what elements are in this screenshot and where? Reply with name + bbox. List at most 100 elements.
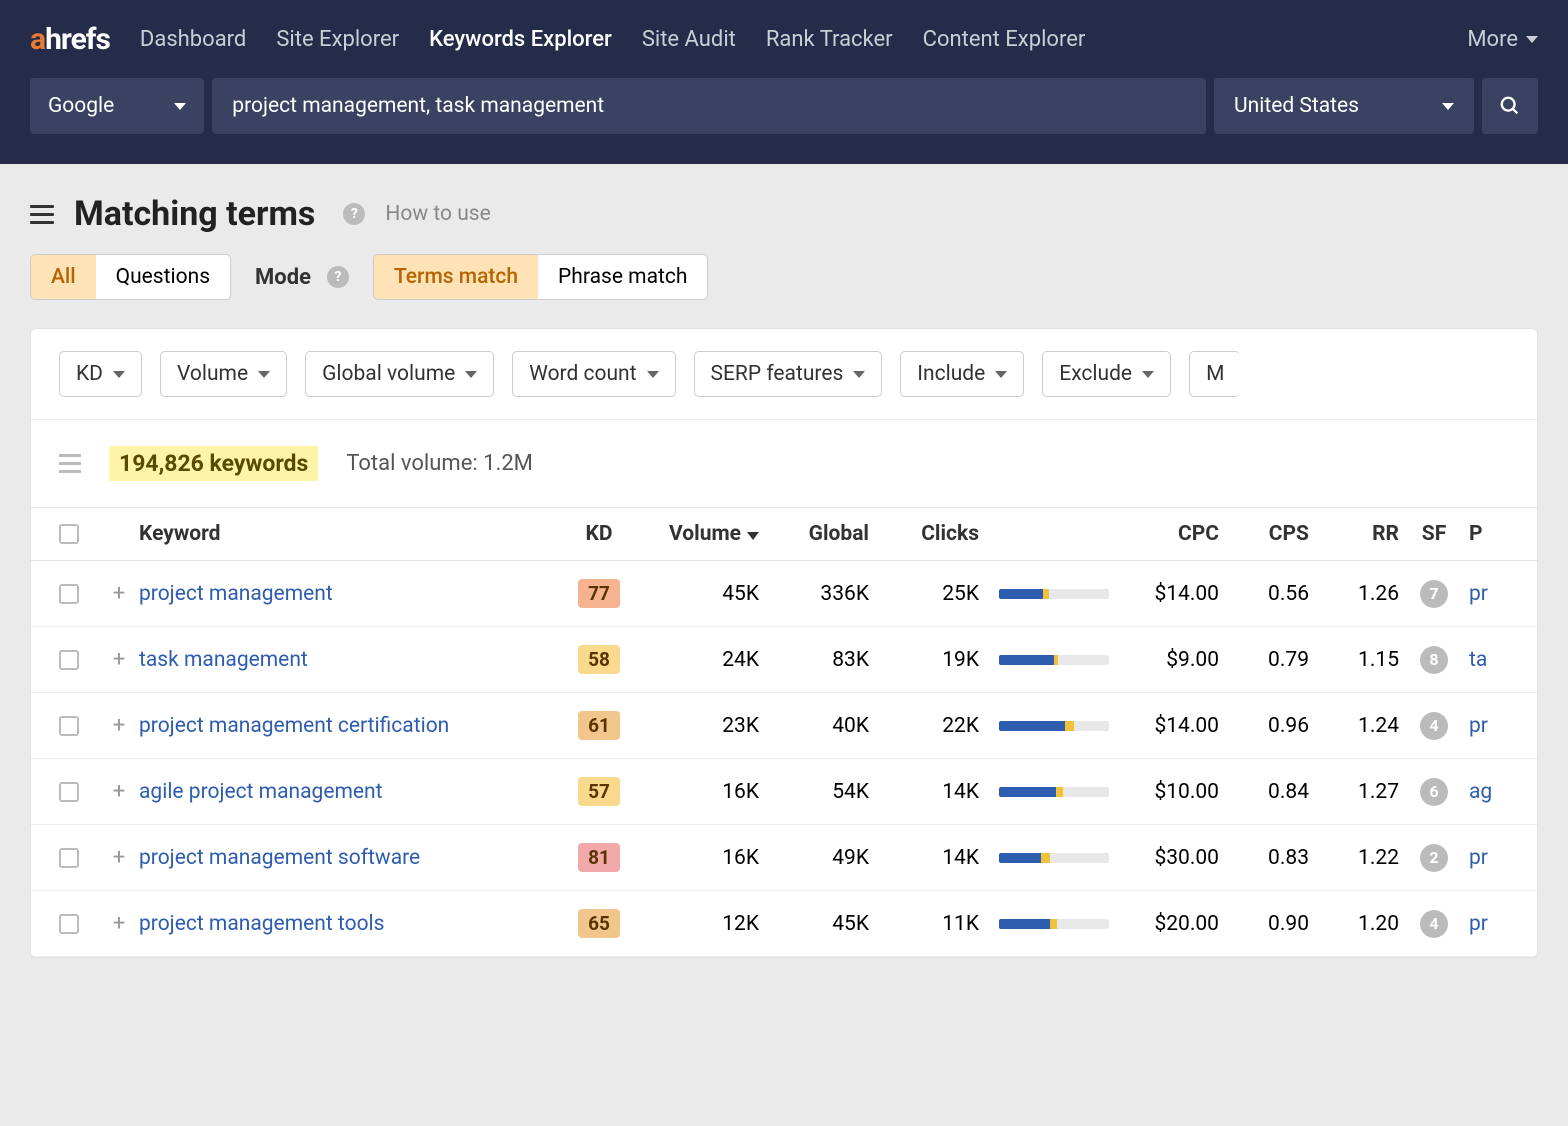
keyword-input[interactable] xyxy=(212,78,1206,134)
cell-parent[interactable]: ta xyxy=(1469,648,1509,672)
keyword-count: 194,826 keywords xyxy=(109,446,318,481)
filter-global-volume[interactable]: Global volume xyxy=(305,351,494,397)
filter-kd[interactable]: KD xyxy=(59,351,142,397)
col-keyword[interactable]: Keyword xyxy=(139,522,559,546)
filter-word-count[interactable]: Word count xyxy=(512,351,675,397)
row-checkbox[interactable] xyxy=(59,716,79,736)
cell-global: 49K xyxy=(759,846,869,870)
cell-volume: 45K xyxy=(639,582,759,606)
keyword-link[interactable]: agile project management xyxy=(139,780,559,804)
cell-rr: 1.22 xyxy=(1309,846,1399,870)
cell-rr: 1.27 xyxy=(1309,780,1399,804)
chevron-down-icon xyxy=(465,371,477,378)
logo[interactable]: ahrefs xyxy=(30,22,110,57)
tab-questions[interactable]: Questions xyxy=(96,255,230,299)
app-header: ahrefs Dashboard Site Explorer Keywords … xyxy=(0,0,1568,164)
filter-m[interactable]: M xyxy=(1189,351,1240,397)
chevron-down-icon xyxy=(258,371,270,378)
how-to-use-link[interactable]: How to use xyxy=(385,202,490,226)
keyword-link[interactable]: project management certification xyxy=(139,714,559,738)
col-cps[interactable]: CPS xyxy=(1219,522,1309,546)
nav-site-explorer[interactable]: Site Explorer xyxy=(276,27,399,52)
table-row: +agile project management5716K54K14K$10.… xyxy=(31,759,1537,825)
search-button[interactable] xyxy=(1482,78,1538,134)
sf-badge[interactable]: 7 xyxy=(1420,580,1448,608)
nav-keywords-explorer[interactable]: Keywords Explorer xyxy=(429,27,612,52)
kd-badge: 58 xyxy=(578,645,620,674)
filter-include[interactable]: Include xyxy=(900,351,1024,397)
cell-parent[interactable]: pr xyxy=(1469,714,1509,738)
expand-row[interactable]: + xyxy=(99,713,139,738)
cell-parent[interactable]: ag xyxy=(1469,780,1509,804)
keyword-link[interactable]: project management tools xyxy=(139,912,559,936)
kd-badge: 57 xyxy=(578,777,620,806)
expand-row[interactable]: + xyxy=(99,911,139,936)
col-parent[interactable]: P xyxy=(1469,522,1509,546)
cell-cpc: $14.00 xyxy=(1109,582,1219,606)
row-checkbox[interactable] xyxy=(59,782,79,802)
sidebar-toggle[interactable] xyxy=(30,205,54,224)
cell-parent[interactable]: pr xyxy=(1469,582,1509,606)
sf-badge[interactable]: 8 xyxy=(1420,646,1448,674)
sf-badge[interactable]: 6 xyxy=(1420,778,1448,806)
cell-parent[interactable]: pr xyxy=(1469,912,1509,936)
tab-all[interactable]: All xyxy=(31,255,96,299)
nav-dashboard[interactable]: Dashboard xyxy=(140,27,246,52)
chevron-down-icon xyxy=(853,371,865,378)
select-all-checkbox[interactable] xyxy=(59,524,79,544)
nav-rank-tracker[interactable]: Rank Tracker xyxy=(766,27,893,52)
cell-volume: 12K xyxy=(639,912,759,936)
col-clicks[interactable]: Clicks xyxy=(869,522,979,546)
expand-row[interactable]: + xyxy=(99,845,139,870)
country-select[interactable]: United States xyxy=(1214,78,1474,134)
table-row: +project management software8116K49K14K$… xyxy=(31,825,1537,891)
sf-badge[interactable]: 4 xyxy=(1420,910,1448,938)
cell-global: 336K xyxy=(759,582,869,606)
filter-serp-features[interactable]: SERP features xyxy=(694,351,883,397)
cell-parent[interactable]: pr xyxy=(1469,846,1509,870)
keyword-link[interactable]: task management xyxy=(139,648,559,672)
filter-exclude[interactable]: Exclude xyxy=(1042,351,1171,397)
col-sf[interactable]: SF xyxy=(1399,522,1469,546)
total-volume: Total volume: 1.2M xyxy=(346,451,533,476)
nav-content-explorer[interactable]: Content Explorer xyxy=(923,27,1086,52)
col-kd[interactable]: KD xyxy=(559,522,639,546)
cell-global: 40K xyxy=(759,714,869,738)
results-panel: KDVolumeGlobal volumeWord countSERP feat… xyxy=(30,328,1538,958)
cell-global: 54K xyxy=(759,780,869,804)
expand-row[interactable]: + xyxy=(99,779,139,804)
row-checkbox[interactable] xyxy=(59,848,79,868)
cell-rr: 1.20 xyxy=(1309,912,1399,936)
nav-site-audit[interactable]: Site Audit xyxy=(642,27,736,52)
cell-cps: 0.84 xyxy=(1219,780,1309,804)
row-checkbox[interactable] xyxy=(59,914,79,934)
keyword-link[interactable]: project management xyxy=(139,582,559,606)
engine-select[interactable]: Google xyxy=(30,78,204,134)
tab-terms-match[interactable]: Terms match xyxy=(374,255,538,299)
filter-volume[interactable]: Volume xyxy=(160,351,287,397)
cell-cpc: $30.00 xyxy=(1109,846,1219,870)
mode-label: Mode ? xyxy=(255,265,349,290)
cell-global: 45K xyxy=(759,912,869,936)
nav-more[interactable]: More xyxy=(1467,27,1538,52)
sf-badge[interactable]: 4 xyxy=(1420,712,1448,740)
keyword-link[interactable]: project management software xyxy=(139,846,559,870)
col-volume[interactable]: Volume xyxy=(639,522,759,546)
chevron-down-icon xyxy=(113,371,125,378)
table-row: +project management certification6123K40… xyxy=(31,693,1537,759)
tab-group-mode: Terms match Phrase match xyxy=(373,254,708,300)
tab-phrase-match[interactable]: Phrase match xyxy=(538,255,707,299)
row-checkbox[interactable] xyxy=(59,584,79,604)
col-rr[interactable]: RR xyxy=(1309,522,1399,546)
expand-row[interactable]: + xyxy=(99,647,139,672)
col-cpc[interactable]: CPC xyxy=(1109,522,1219,546)
sort-desc-icon xyxy=(747,532,759,540)
columns-toggle[interactable] xyxy=(59,454,81,473)
help-icon[interactable]: ? xyxy=(343,203,365,225)
row-checkbox[interactable] xyxy=(59,650,79,670)
help-icon[interactable]: ? xyxy=(327,266,349,288)
sf-badge[interactable]: 2 xyxy=(1420,844,1448,872)
col-global[interactable]: Global xyxy=(759,522,869,546)
cell-global: 83K xyxy=(759,648,869,672)
expand-row[interactable]: + xyxy=(99,581,139,606)
